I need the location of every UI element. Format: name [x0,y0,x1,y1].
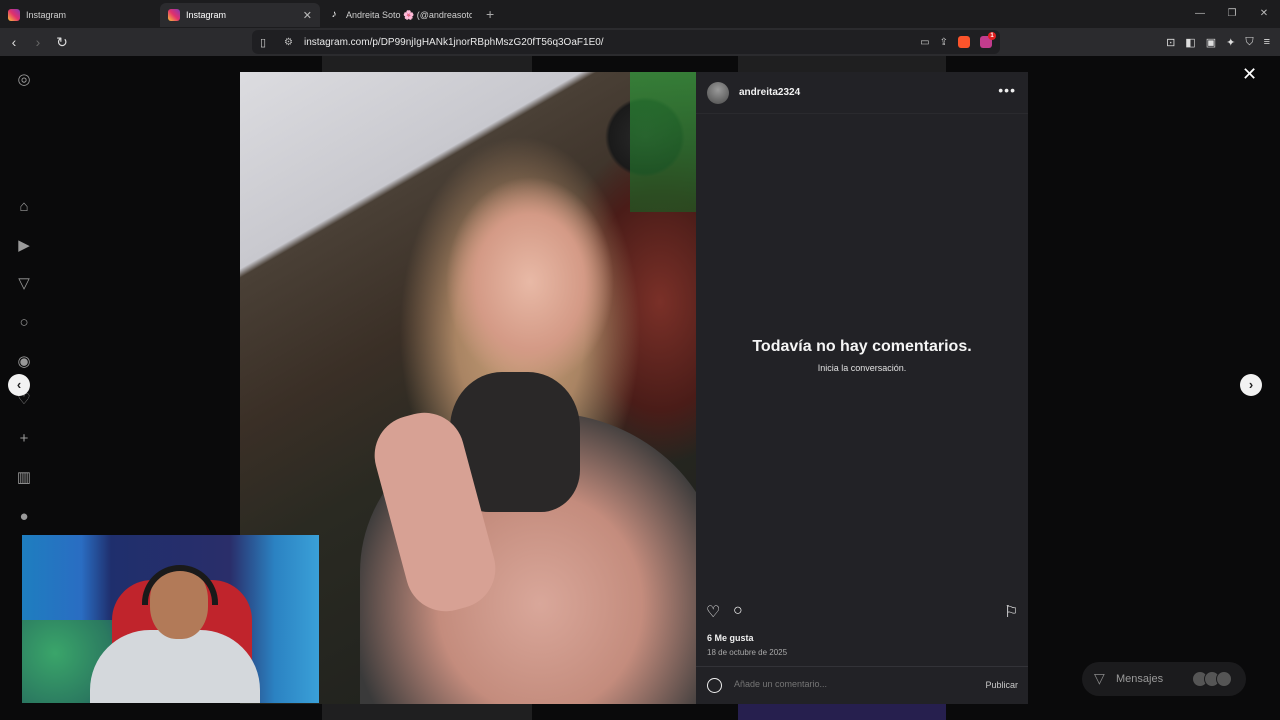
menu-icon[interactable]: ≡ [1264,36,1270,48]
site-settings-icon[interactable]: ⚙ [284,37,296,48]
vpn-icon[interactable]: ⛉ [1245,36,1253,49]
more-options-icon[interactable]: ••• [998,82,1016,98]
background-post-tile [738,56,946,72]
explore-icon[interactable]: ◉ [14,352,34,372]
address-bar[interactable]: ▯ ⚙ instagram.com/p/DP99njIgHANk1jnorRBp… [252,30,1000,54]
previous-post-icon[interactable]: ‹ [8,374,30,396]
forward-icon[interactable]: › [28,34,48,50]
close-window-icon[interactable]: ✕ [1248,0,1280,28]
post-actions: ♡ ○ ⚐ [696,602,1028,626]
post-comments-panel: andreita2324 ••• Todavía no hay comentar… [696,72,1028,704]
tab-label: Instagram [26,10,67,20]
background-post-tile [738,704,946,720]
brave-rewards-icon[interactable]: 1 [980,32,996,48]
save-icon[interactable]: ⚐ [1004,602,1018,622]
avatar[interactable] [707,82,729,104]
comment-icon[interactable]: ○ [733,602,743,620]
no-comments-title: Todavía no hay comentarios. [752,338,972,355]
tab-label: Andreita Soto 🌸 (@andreasoto823) [346,9,472,20]
close-tab-icon[interactable]: ✕ [303,9,312,22]
restore-icon[interactable]: ❐ [1216,0,1248,28]
reels-icon[interactable]: ▶ [14,236,34,256]
comment-input[interactable] [734,679,964,689]
tab-label: Instagram [186,10,227,20]
webcam-overlay [22,535,319,703]
tab-instagram-1[interactable]: Instagram [0,3,160,27]
rewards-badge: 1 [988,32,996,40]
back-icon[interactable]: ‹ [4,34,24,50]
background-post-tile [322,56,532,72]
tab-tiktok[interactable]: ♪ Andreita Soto 🌸 (@andreasoto823) [320,3,480,27]
messages-label: Mensajes [1116,673,1164,685]
brave-shields-icon[interactable] [958,36,970,48]
tab-instagram-2[interactable]: Instagram ✕ [160,3,320,27]
messages-avatars [1192,671,1232,687]
leo-ai-icon[interactable]: ✦ [1226,36,1235,49]
window-controls: — ❐ ✕ [1184,0,1280,28]
post-username[interactable]: andreita2324 [739,87,800,98]
url-text[interactable]: instagram.com/p/DP99njIgHANk1jnorRBphMsz… [304,37,604,48]
post-date: 18 de octubre de 2025 [707,648,788,657]
emoji-icon[interactable] [707,678,722,693]
headphones-icon [142,565,218,605]
search-icon[interactable]: ○ [14,313,34,333]
instagram-logo-icon[interactable]: ◎ [14,70,34,90]
browser-toolbar: ‹ › ↻ ▯ ⚙ instagram.com/p/DP99njIgHANk1j… [0,28,1280,56]
send-icon: ▽ [1094,670,1105,686]
photo-background-light [630,72,696,212]
home-icon[interactable]: ⌂ [14,197,34,217]
minimize-icon[interactable]: — [1184,0,1216,28]
create-icon[interactable]: + [14,429,34,449]
messages-button[interactable]: ▽ Mensajes [1082,662,1246,696]
profile-icon[interactable]: ● [14,507,34,527]
new-tab-button[interactable]: + [486,6,494,22]
next-post-icon[interactable]: › [1240,374,1262,396]
webcam-person-body [90,630,260,703]
browser-tabbar: Instagram Instagram ✕ ♪ Andreita Soto 🌸 … [0,0,1280,28]
instagram-icon [168,9,180,21]
instagram-icon [8,9,20,21]
extensions-icon[interactable]: ⊡ [1166,36,1175,49]
cast-icon[interactable]: ▭ [920,37,929,48]
share-icon[interactable]: ⇪ [940,37,948,48]
background-post-tile [322,704,532,720]
dashboard-icon[interactable]: ▥ [14,468,34,488]
wallet-icon[interactable]: ▣ [1206,36,1216,49]
publish-button[interactable]: Publicar [985,680,1018,690]
no-comments-subtitle: Inicia la conversación. [817,363,907,373]
comment-bar: Publicar [696,666,1028,704]
close-modal-icon[interactable]: ✕ [1242,64,1257,85]
toolbar-icons: ⊡ ◧ ▣ ✦ ⛉ ≡ [1166,28,1270,56]
tiktok-icon: ♪ [331,9,337,20]
post-header: andreita2324 ••• [696,72,1028,114]
sidebar-toggle-icon[interactable]: ◧ [1185,36,1195,49]
avatar [1216,671,1232,687]
likes-count[interactable]: 6 Me gusta [707,633,754,643]
bookmark-icon[interactable]: ▯ [260,36,270,49]
like-icon[interactable]: ♡ [706,602,720,622]
messages-icon[interactable]: ▽ [14,274,34,294]
reload-icon[interactable]: ↻ [52,34,72,51]
